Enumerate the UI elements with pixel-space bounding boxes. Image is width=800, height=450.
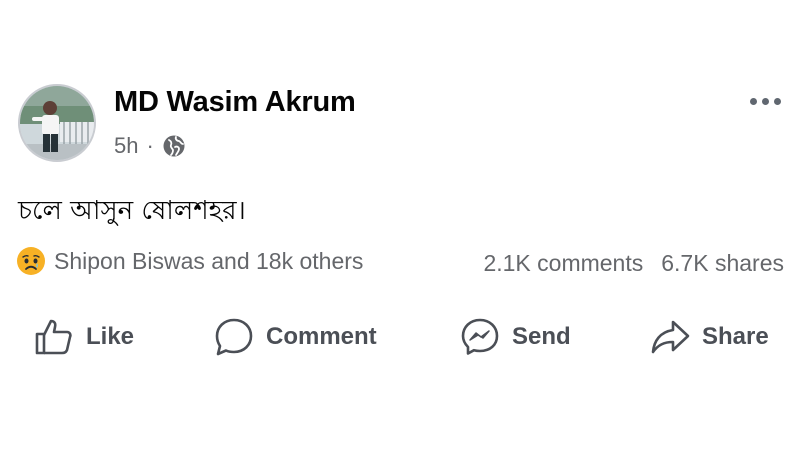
like-label: Like [86, 323, 135, 350]
globe-icon[interactable] [162, 134, 186, 158]
reactions-summary[interactable]: Shipon Biswas and 18k others [16, 246, 363, 276]
send-button[interactable]: Send [460, 312, 571, 362]
more-dot [774, 97, 781, 105]
reactions-text: Shipon Biswas and 18k others [54, 247, 364, 274]
avatar-photo [20, 86, 94, 160]
thumbs-up-icon [35, 319, 72, 355]
comments-count[interactable]: 2.1K comments [483, 250, 643, 277]
share-arrow-icon [651, 320, 690, 354]
comment-bubble-icon [215, 318, 253, 356]
meta-separator: · [146, 133, 154, 158]
shares-count[interactable]: 6.7K shares [661, 250, 784, 277]
action-bar: Like Comment Send Share [0, 312, 800, 362]
comment-label: Comment [266, 323, 377, 350]
more-dot [762, 97, 769, 105]
more-dot [750, 97, 757, 105]
like-button[interactable]: Like [34, 312, 134, 362]
messenger-icon [461, 318, 499, 355]
comment-button[interactable]: Comment [214, 312, 377, 362]
post-stats: 2.1K comments 6.7K shares [483, 250, 784, 277]
more-options-button[interactable] [750, 92, 781, 110]
share-button[interactable]: Share [650, 312, 769, 362]
post-timestamp[interactable]: 5h [114, 133, 138, 159]
post-meta: 5h · [114, 133, 186, 159]
post-text: চলে আসুন ষোলশহর। [18, 196, 246, 226]
facebook-post: MD Wasim Akrum 5h · চলে আসুন ষোলশহর। Shi… [0, 0, 800, 450]
send-label: Send [512, 323, 571, 350]
sad-reaction-icon [17, 247, 45, 275]
share-label: Share [702, 323, 769, 350]
author-avatar[interactable] [18, 84, 96, 162]
author-name[interactable]: MD Wasim Akrum [114, 86, 356, 119]
